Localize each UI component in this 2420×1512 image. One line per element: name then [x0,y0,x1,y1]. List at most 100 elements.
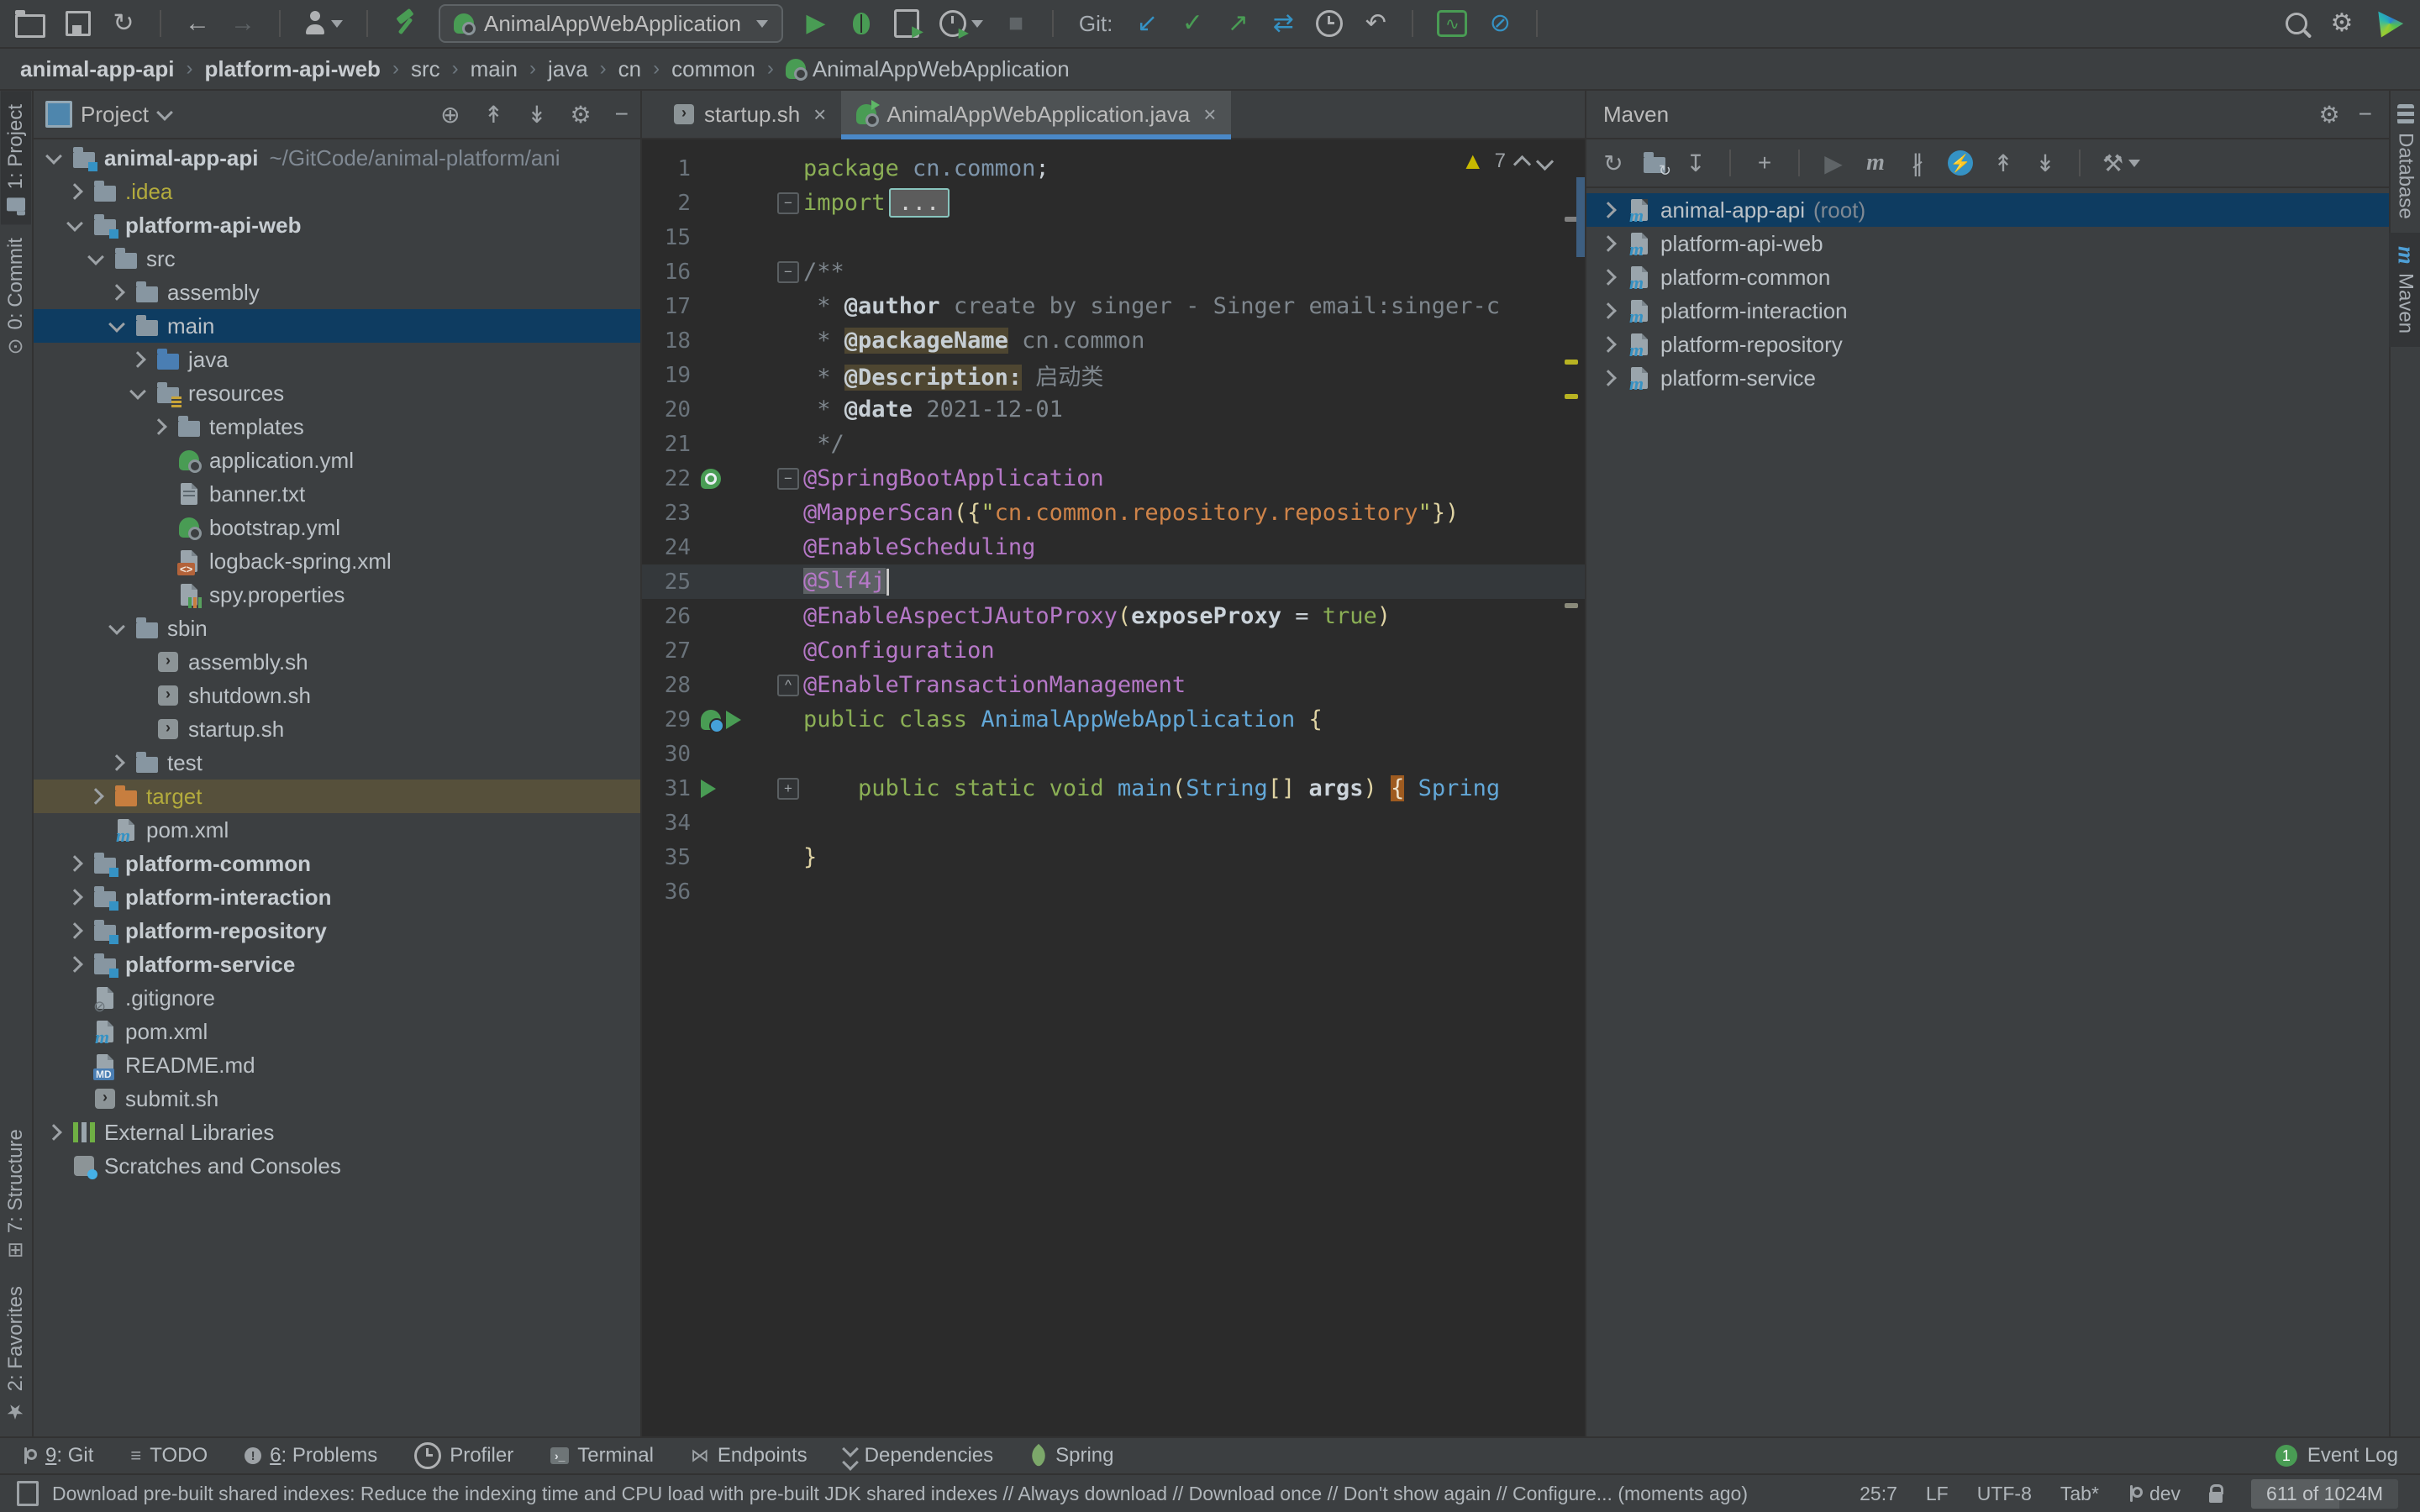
code-line[interactable]: 30 [642,737,1585,771]
tree-item[interactable]: pom.xml [34,1015,640,1049]
blocked-icon[interactable]: ⊘ [1487,8,1512,39]
search-icon[interactable] [2284,8,2309,39]
run-icon[interactable] [726,710,741,729]
tree-item[interactable]: animal-app-api ~/GitCode/animal-platform/… [34,141,640,175]
project-panel-title[interactable]: Project [81,102,149,128]
code-line[interactable]: 1 package cn.common; [642,151,1585,186]
terminal-toolwindow[interactable]: ›_ Terminal [550,1444,654,1467]
maven-module-item[interactable]: animal-app-api (root) [1586,193,2389,227]
maven-collapse-all-icon[interactable]: ↡ [2033,150,2057,177]
tree-item[interactable]: bootstrap.yml [34,511,640,544]
run-icon[interactable]: ▶ [803,8,829,39]
problems-toolwindow[interactable]: ! 6: Problems [245,1444,377,1467]
error-stripe[interactable] [1563,139,1585,1436]
maven-download-icon[interactable]: ↧ [1684,150,1707,177]
code-line[interactable]: 21 */ [642,427,1585,461]
chevron-right-icon[interactable] [1598,302,1618,319]
expand-all-icon[interactable]: ↟ [484,101,503,129]
locate-icon[interactable]: ⊕ [440,101,460,129]
sync-icon[interactable]: ↻ [111,8,136,39]
chevron-right-icon[interactable] [1598,269,1618,286]
code-line[interactable]: 26 @EnableAspectJAutoProxy(exposeProxy = … [642,599,1585,633]
git-toolwindow[interactable]: 9: Git [22,1444,93,1467]
tree-item[interactable]: External Libraries [34,1116,640,1149]
user-icon[interactable] [304,8,343,39]
maven-settings-icon[interactable]: ⚒ [2102,150,2141,177]
tree-item[interactable]: assembly.sh [34,645,640,679]
profiler-app-icon[interactable] [1437,8,1468,39]
code-line[interactable]: 29 public class AnimalAppWebApplication { [642,702,1585,737]
run-icon[interactable] [701,779,716,798]
tree-item[interactable]: src [34,242,640,276]
tree-item[interactable]: .gitignore [34,981,640,1016]
prev-warning-icon[interactable] [1512,155,1532,173]
breadcrumb-item[interactable]: java [548,56,588,82]
code-line[interactable]: 27 @Configuration [642,633,1585,668]
tree-chevron[interactable] [65,215,85,232]
tree-chevron[interactable] [65,855,85,872]
tree-chevron[interactable] [44,148,64,165]
code-line[interactable]: 15 [642,220,1585,255]
profile-icon[interactable] [939,8,983,41]
debug-icon[interactable] [849,8,874,39]
chevron-right-icon[interactable] [1598,235,1618,252]
tree-item[interactable]: platform-repository [34,914,640,948]
tree-item[interactable]: main [34,309,640,343]
stripe-button-1-project[interactable]: 1: Project [1,91,31,225]
todo-toolwindow[interactable]: ≡ TODO [130,1444,208,1467]
fold-marker-icon[interactable]: − [777,260,799,283]
tree-item[interactable]: platform-service [34,948,640,981]
tree-item[interactable]: platform-interaction [34,880,640,914]
fold-marker-icon[interactable]: − [777,192,799,214]
code-line[interactable]: 34 [642,806,1585,840]
maven-module-item[interactable]: platform-repository [1586,328,2389,361]
git-update-icon[interactable]: ↙ [1134,8,1160,39]
code-line[interactable]: 31 + public static void main(String[] arg… [642,771,1585,806]
tree-item[interactable]: platform-common [34,847,640,880]
tree-item[interactable]: platform-api-web [34,208,640,242]
git-push-icon[interactable]: ↗ [1225,8,1250,39]
lock[interactable] [2209,1483,2224,1503]
breadcrumb-item[interactable]: animal-app-api [20,56,174,82]
tree-chevron[interactable] [107,316,127,333]
tree-chevron[interactable] [107,284,127,301]
code-line[interactable]: 25 @Slf4j [642,564,1585,599]
breadcrumb-item[interactable]: common [671,56,755,82]
encoding[interactable]: UTF-8 [1977,1483,2032,1505]
breadcrumb-item[interactable]: src [411,56,440,82]
memory-indicator[interactable]: 611 of 1024M [2251,1478,2398,1509]
ide-logo-icon[interactable] [2375,8,2405,39]
tree-chevron[interactable] [65,956,85,973]
tree-item[interactable]: startup.sh [34,712,640,746]
tree-item[interactable]: application.yml [34,444,640,477]
run-configuration-select[interactable]: AnimalAppWebApplication [439,4,783,43]
code-line[interactable]: 23 @MapperScan({"cn.common.repository.rep… [642,496,1585,530]
tree-chevron[interactable] [86,249,106,265]
maven-run-icon[interactable]: ▶ [1822,150,1845,177]
hide-panel-icon[interactable]: − [2359,101,2372,129]
maven-add-icon[interactable]: + [1753,150,1776,176]
rollback-icon[interactable]: ↶ [1363,8,1388,39]
tree-item[interactable]: resources [34,376,640,410]
stripe-button-0-commit[interactable]: ⊙ 0: Commit [1,224,31,368]
stop-icon[interactable]: ■ [1003,8,1028,39]
code-line[interactable]: 19 * @Description: 启动类 [642,358,1585,392]
settings-icon[interactable]: ⚙ [2329,8,2354,39]
tree-item[interactable]: templates [34,410,640,444]
dependencies-toolwindow[interactable]: Dependencies [841,1441,993,1471]
breadcrumb-item[interactable]: AnimalAppWebApplication [785,56,1070,82]
tree-item[interactable]: submit.sh [34,1082,640,1116]
tree-item[interactable]: logback-spring.xml [34,544,640,578]
code-line[interactable]: 2 − import... [642,186,1585,220]
code-area[interactable]: ▲ 7 1 package cn.common; 2− import... 15 16− /… [642,139,1585,1436]
inspection-widget[interactable]: ▲ 7 [1461,148,1555,175]
stripe-button-database[interactable]: Database [2391,91,2420,233]
stripe-button-7-structure[interactable]: ⊞ 7: Structure [1,1116,31,1272]
code-line[interactable]: 35} [642,840,1585,874]
tree-chevron[interactable] [128,351,148,368]
maven-module-item[interactable]: platform-interaction [1586,294,2389,328]
hide-panel-icon[interactable]: − [615,101,629,128]
save-icon[interactable] [66,8,91,39]
maven-module-item[interactable]: platform-common [1586,260,2389,294]
git-history-icon[interactable] [1316,8,1344,39]
